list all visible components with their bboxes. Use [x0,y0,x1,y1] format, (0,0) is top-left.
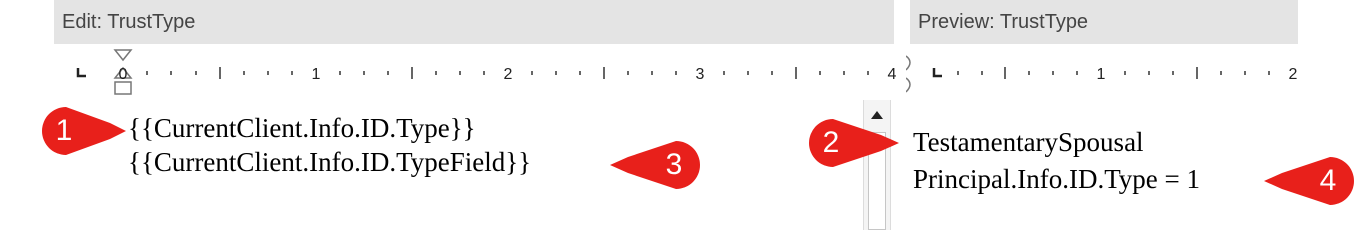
edit-pane-title: Edit: TrustType [54,0,894,44]
callout-number: 4 [1319,164,1337,197]
callout-number: 1 [55,114,73,147]
ruler-number-1: 1 [1097,66,1106,83]
callout-badge-1: 1 [40,105,132,157]
ruler-number-0: 0 [119,66,128,83]
tab-stop-left-icon[interactable] [76,68,86,78]
callout-number: 3 [665,148,683,181]
preview-text-line-2: Principal.Info.ID.Type = 1 [913,164,1201,194]
ruler-number-2: 2 [504,66,513,83]
tab-stop-left-icon[interactable] [932,68,942,78]
ruler-number-2: 2 [1289,66,1298,83]
callout-badge-4: 4 [1262,155,1358,207]
edit-text-line-1[interactable]: {{CurrentClient.Info.ID.Type}} [128,111,476,145]
ruler-number-4: 4 [888,66,896,83]
ruler-number-1: 1 [312,66,321,83]
ruler-number-3: 3 [696,66,705,83]
edit-ruler[interactable]: 0 1 2 3 4 [54,48,896,98]
callout-badge-3: 3 [606,139,702,191]
preview-ruler-graphic: 1 2 [906,55,1298,93]
preview-ruler[interactable]: 1 2 [906,48,1298,98]
edit-text-line-2[interactable]: {{CurrentClient.Info.ID.TypeField}} [128,145,531,179]
preview-pane-title: Preview: TrustType [910,0,1298,44]
indent-marker-lower-icon [906,77,911,93]
indent-marker-icon [906,55,911,71]
callout-badge-2: 2 [805,117,905,169]
preview-text-line-1: TestamentarySpousal [913,127,1144,157]
edit-ruler-graphic: 0 1 2 3 4 [76,49,896,95]
callout-number: 2 [822,126,840,159]
